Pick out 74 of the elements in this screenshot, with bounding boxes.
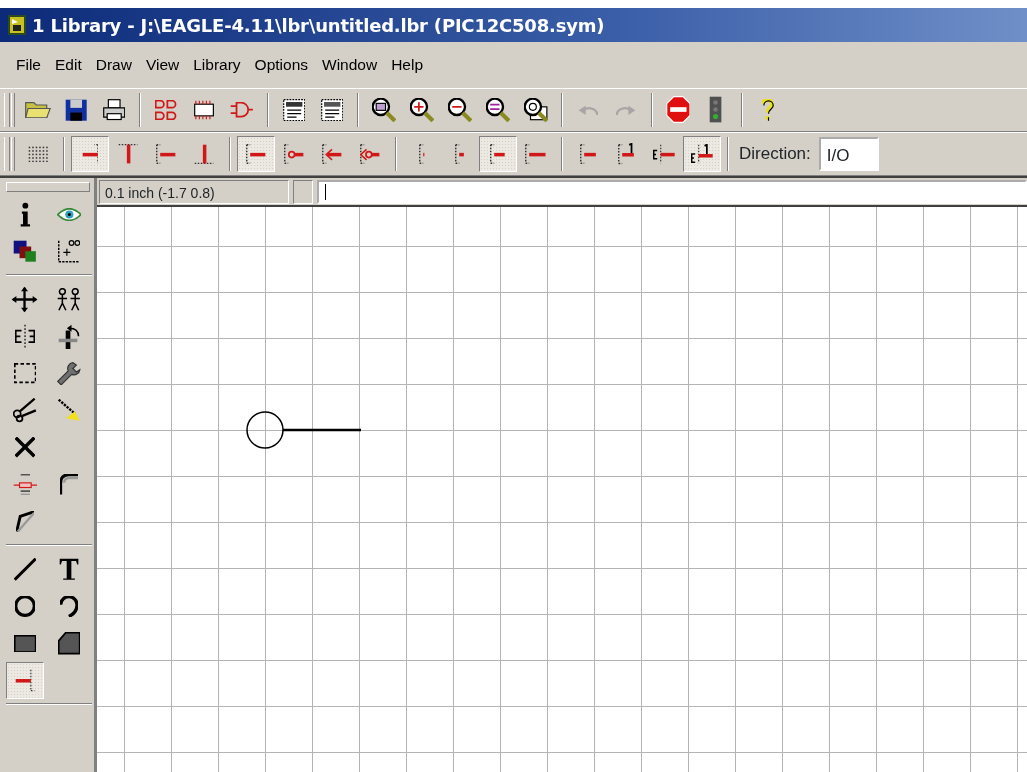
pin-middle-icon: [490, 143, 506, 165]
zoom-fit-icon: [372, 98, 396, 122]
pin-long-icon: [525, 143, 547, 165]
gate-symbols-icon: [155, 99, 177, 121]
polygon-tool-icon: [57, 632, 81, 655]
pin-right-icon: [155, 143, 177, 165]
pin-up-icon: [117, 143, 139, 165]
question-mark-icon: [762, 98, 774, 122]
menu-item[interactable]: Window: [322, 53, 378, 77]
rotate-icon: [58, 323, 80, 350]
pin-point-icon: [418, 143, 426, 165]
group-select-icon: [13, 363, 37, 384]
info-icon: [19, 201, 31, 228]
scissors-icon: [13, 398, 37, 423]
command-line-field[interactable]: [317, 179, 1027, 204]
menu-item[interactable]: Library: [193, 53, 241, 77]
pin-short-icon: [455, 143, 465, 165]
chip-icon: [193, 99, 215, 121]
menu-item[interactable]: Options: [254, 53, 308, 77]
window-title: 1 Library - J:\EAGLE-4.11\lbr\untitled.lbr (PIC12C508.sym): [32, 13, 605, 38]
pin-tool-icon: [14, 669, 36, 692]
move-arrows-icon: [11, 285, 39, 314]
eye-icon: [56, 207, 82, 222]
zoom-in-icon: [410, 98, 434, 122]
toolbar-button[interactable]: [683, 136, 721, 172]
menu-item[interactable]: Draw: [95, 53, 132, 77]
resistor-label-icon: [12, 473, 38, 496]
menu-item[interactable]: Edit: [55, 53, 82, 77]
undo-arrow-icon: [577, 104, 599, 116]
toolbar-grip[interactable]: [6, 182, 90, 192]
mark-origin-icon: [57, 240, 81, 263]
pin-dot-clock-icon: [359, 143, 381, 165]
wrench-icon: [57, 361, 81, 386]
status-field: [293, 179, 313, 204]
app-icon: [8, 15, 26, 35]
pin-down-icon: [193, 143, 215, 165]
gate-symbol-icon: [230, 102, 254, 118]
folder-icon: [25, 101, 51, 119]
printer-icon: [102, 99, 126, 121]
split-wire-icon: [15, 510, 35, 533]
circle-tool-icon: [14, 596, 36, 617]
layers-icon: [13, 240, 37, 263]
pin-number-icon: [617, 143, 635, 165]
pin-hidden-labels-icon: [579, 143, 597, 165]
pin-line-icon: [245, 143, 267, 165]
pin-name-number-icon: [690, 143, 714, 165]
arc-tool-icon: [60, 595, 78, 618]
rectangle-tool-icon: [13, 634, 37, 653]
script-file-icon: [282, 98, 306, 122]
redo-arrow-icon: [615, 104, 637, 116]
pin-name-icon: [652, 143, 676, 165]
copy-figures-icon: [57, 288, 81, 311]
direction-field[interactable]: I/O: [818, 137, 879, 171]
traffic-light-icon: [709, 96, 723, 124]
stop-sign-icon: [665, 96, 691, 124]
grid-dots-icon: [27, 145, 49, 163]
menu-item[interactable]: File: [16, 53, 41, 77]
delete-x-icon: [14, 437, 36, 458]
zoom-out-icon: [448, 98, 472, 122]
miter-corner-icon: [59, 473, 79, 496]
text-tool-icon: [58, 558, 80, 581]
coordinate-display: 0.1 inch (-1.7 0.8): [99, 179, 289, 204]
wire-line-icon: [13, 558, 37, 581]
menu-item[interactable]: Help: [391, 53, 424, 77]
menu-item[interactable]: View: [145, 53, 180, 77]
pin-clock-icon: [321, 143, 343, 165]
direction-label: Direction:: [739, 143, 811, 166]
zoom-window-icon: [524, 98, 548, 122]
pin-drawing[interactable]: [245, 410, 363, 450]
mirror-icon: [14, 324, 36, 349]
pin-left-icon: [81, 143, 99, 165]
program-file-icon: [320, 98, 344, 122]
pin-dot-icon: [283, 143, 305, 165]
zoom-equal-icon: [486, 98, 510, 122]
